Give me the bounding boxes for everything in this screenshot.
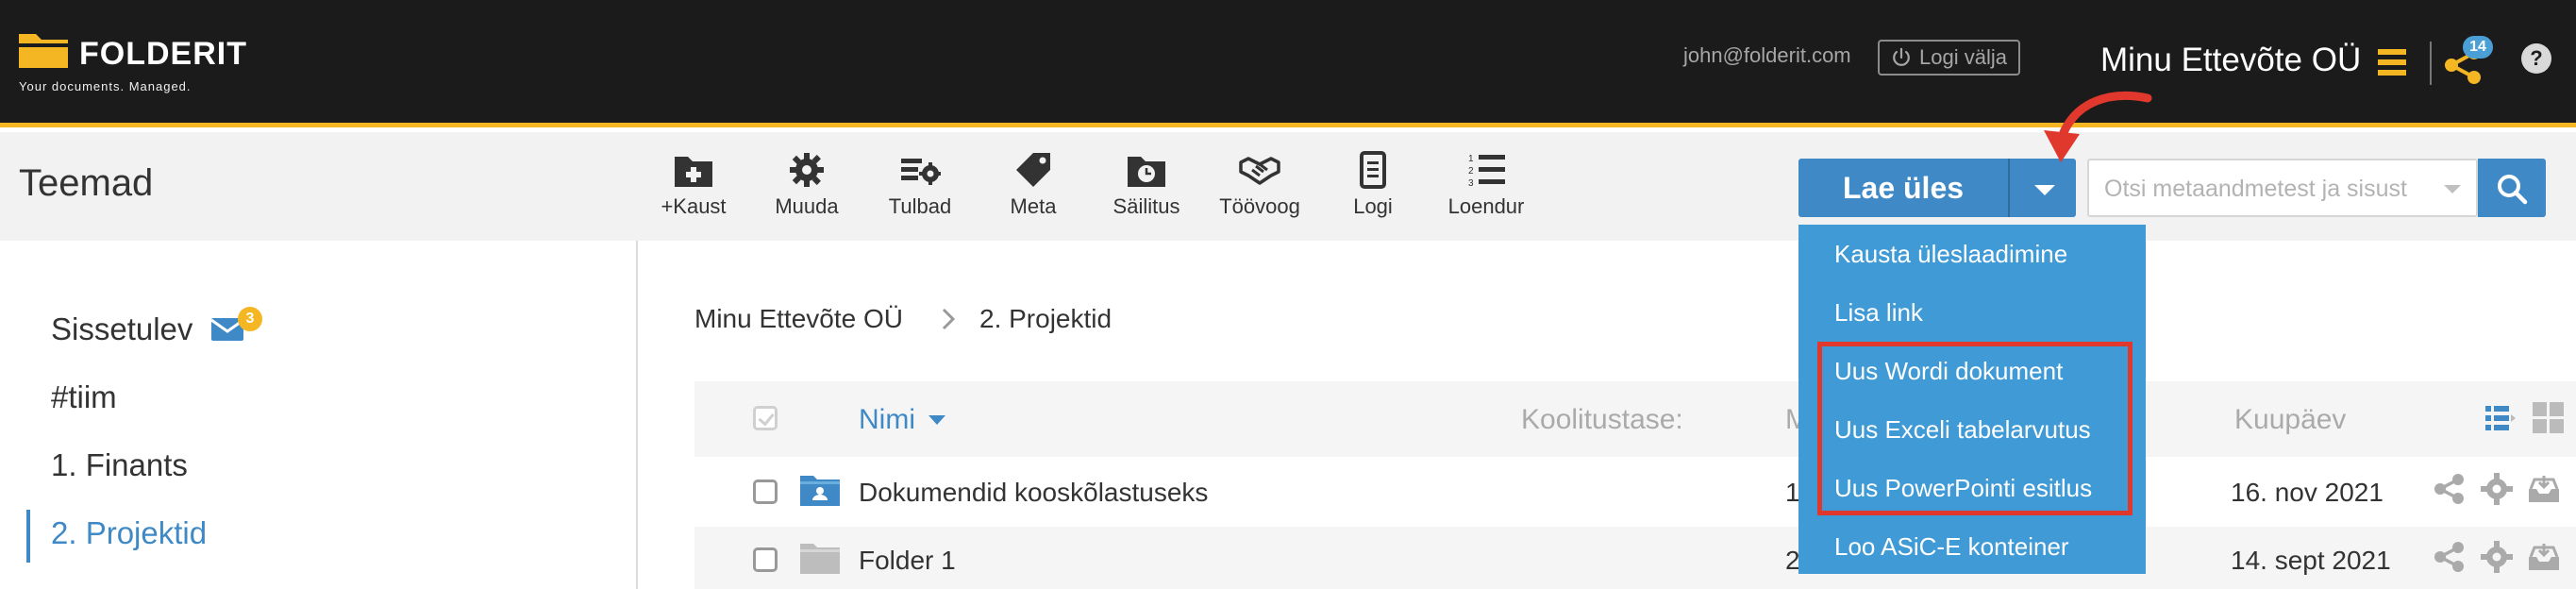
archive-icon[interactable] [2527,472,2561,506]
breadcrumb-company[interactable]: Minu Ettevõte OÜ [694,304,903,334]
handshake-icon [1239,157,1280,185]
tool-label: Muuda [775,194,839,218]
logout-label: Logi välja [1919,45,2007,69]
table-row[interactable]: Folder 1 2 14. sept 2021 [694,527,2576,589]
search-placeholder: Otsi metaandmetest ja sisust [2104,176,2407,202]
tool-label: Tulbad [888,194,952,218]
edit-button[interactable]: Muuda [755,151,859,219]
logout-button[interactable]: Logi välja [1878,40,2020,76]
sidebar-active-indicator [26,510,30,563]
tool-label: Logi [1353,194,1393,218]
counter-button[interactable]: 1 2 3 Loendur [1434,151,1538,219]
share-icon[interactable] [2433,472,2467,506]
menu-item-add-link[interactable]: Lisa link [1834,298,1923,328]
tool-label: Loendur [1447,194,1525,218]
toolbar: Teemad +Kaust Muuda Tulbad Meta Säilitus… [0,132,2576,241]
menu-item-asice-container[interactable]: Loo ASiC-E konteiner [1834,532,2069,562]
folder-clock-icon [1128,157,1165,187]
tool-label: Meta [1010,194,1057,218]
breadcrumb-current: 2. Projektid [979,304,1112,333]
row-actions [2433,472,2561,506]
brand-tagline: Your documents. Managed. [19,79,192,93]
tool-label: Töövoog [1219,194,1300,218]
brand-name: FOLDERIT [79,36,247,72]
company-name[interactable]: Minu Ettevõte OÜ [2100,42,2361,79]
user-email: john@folderit.com [1683,43,1851,67]
row-checkbox[interactable] [753,480,778,504]
document-log-icon [1360,151,1386,189]
log-button[interactable]: Logi [1321,151,1425,219]
columns-button[interactable]: Tulbad [868,151,972,219]
workflow-button[interactable]: Töövoog [1208,151,1312,219]
sidebar-divider [636,241,638,589]
row-date: 14. sept 2021 [2231,546,2391,575]
columns-settings-icon [901,159,941,185]
inbox-count-badge: 3 [238,307,262,331]
chevron-right-icon [942,308,956,330]
sidebar-item-inbox[interactable]: Sissetulev [51,311,192,347]
row-actions [2433,540,2561,574]
meta-button[interactable]: Meta [981,151,1085,219]
menu-item-folder-upload[interactable]: Kausta üleslaadimine [1834,240,2067,269]
row-name[interactable]: Dokumendid kooskõlastuseks [859,478,1208,508]
annotation-highlight-box [1817,342,2133,515]
search-icon [2498,175,2528,205]
folder-plus-icon [675,157,712,187]
tag-icon [1016,153,1050,187]
header-divider [2430,42,2432,85]
annotation-arrow-icon [2044,92,2152,162]
search-options-caret[interactable] [2444,185,2461,194]
svg-text:2: 2 [1468,166,1474,177]
select-all-checkbox[interactable] [753,406,778,430]
svg-text:1: 1 [1468,154,1474,164]
retention-button[interactable]: Säilitus [1095,151,1198,219]
list-view-icon[interactable] [2485,404,2516,432]
row-date: 16. nov 2021 [2231,478,2384,507]
top-bar: FOLDERIT Your documents. Managed. john@f… [0,0,2576,127]
hamburger-menu-icon[interactable] [2378,49,2406,76]
tool-label: +Kaust [661,194,727,218]
sort-desc-icon[interactable] [928,415,945,425]
gear-icon [790,153,824,187]
sidebar-item-projektid[interactable]: 2. Projektid [51,515,207,551]
svg-text:3: 3 [1468,178,1474,189]
grid-view-icon[interactable] [2533,402,2565,434]
column-header-date[interactable]: Kuupäev [2234,404,2346,436]
folder-logo-icon [19,34,68,68]
table-row[interactable]: Dokumendid kooskõlastuseks 1( 16. nov 20… [694,459,2576,527]
column-header-name[interactable]: Nimi [859,404,915,436]
page-title: Teemad [19,162,154,204]
archive-icon[interactable] [2527,540,2561,574]
search-button[interactable] [2478,159,2546,217]
gear-icon[interactable] [2480,472,2514,506]
sidebar-item-tiim[interactable]: #tiim [51,379,117,415]
share-count-badge: 14 [2463,36,2493,59]
row-name[interactable]: Folder 1 [859,546,956,576]
row-checkbox[interactable] [753,547,778,572]
folder-icon [800,544,840,574]
new-folder-button[interactable]: +Kaust [642,151,745,219]
gear-icon[interactable] [2480,540,2514,574]
tool-label: Säilitus [1112,194,1180,218]
sidebar-item-finants[interactable]: 1. Finants [51,447,188,483]
column-header-level[interactable]: Koolitustase: [1521,404,1683,436]
help-button[interactable]: ? [2521,43,2551,74]
share-icon[interactable] [2433,540,2467,574]
power-icon [1893,47,1910,66]
shared-folder-icon [800,476,840,506]
upload-button[interactable]: Lae üles [1798,159,2008,217]
numbered-list-icon: 1 2 3 [1468,154,1505,189]
